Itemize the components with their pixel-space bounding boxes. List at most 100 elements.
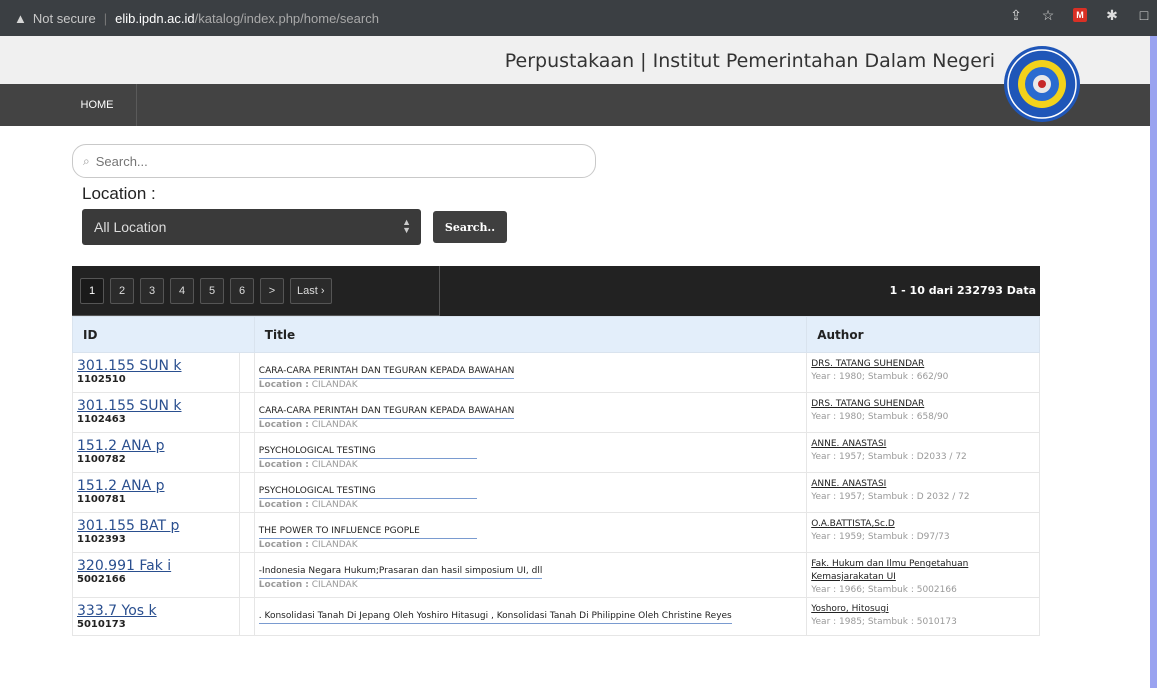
call-number-link[interactable]: 320.991 Fak i	[77, 558, 235, 574]
id-cell: 151.2 ANA p 1100782	[72, 432, 240, 473]
location-text: Location : CILANDAK	[259, 379, 802, 392]
title-text[interactable]: CARA-CARA PERINTAH DAN TEGURAN KEPADA BA…	[258, 365, 515, 379]
warning-icon[interactable]: ▲	[14, 11, 27, 26]
star-icon[interactable]: ☆	[1041, 8, 1055, 22]
scrollbar[interactable]	[1150, 36, 1157, 688]
extension-m-icon[interactable]: M	[1073, 8, 1087, 22]
author-cell: Yoshoro, Hitosugi Year : 1985; Stambuk :…	[806, 597, 1040, 636]
puzzle-icon[interactable]: ✱	[1105, 8, 1119, 22]
search-icon: ⌕	[83, 153, 90, 168]
results-table: ID Title Author 301.155 SUN k 1102510 CA…	[72, 316, 1040, 636]
item-number: 1100782	[77, 454, 126, 465]
year-stambuk: Year : 1966; Stambuk : 5002166	[811, 585, 957, 595]
location-text: Location : CILANDAK	[259, 499, 802, 512]
page-button[interactable]: 3	[140, 277, 164, 304]
title-text[interactable]: . Konsolidasi Tanah Di Jepang Oleh Yoshi…	[258, 610, 732, 624]
item-number: 1102463	[77, 414, 126, 425]
title-text[interactable]: PSYCHOLOGICAL TESTING	[258, 445, 477, 459]
author-cell: Fak. Hukum dan Ilmu Pengetahuan Kemasjar…	[806, 552, 1040, 598]
location-label-inline: Location :	[258, 380, 309, 390]
call-number-link[interactable]: 301.155 SUN k	[77, 398, 235, 414]
location-label: Location :	[82, 184, 156, 203]
column-header-title: Title	[253, 316, 808, 353]
window-icon[interactable]: □	[1137, 8, 1151, 22]
id-cell: 151.2 ANA p 1100781	[72, 472, 240, 513]
browser-toolbar: ▲ Not secure | elib.ipdn.ac.id /katalog/…	[0, 0, 1157, 36]
item-number: 1100781	[77, 494, 126, 505]
title-cell: PSYCHOLOGICAL TESTING Location : CILANDA…	[253, 432, 808, 473]
location-label-inline: Location :	[258, 420, 309, 430]
location-text: Location : CILANDAK	[259, 459, 802, 472]
id-cell: 301.155 BAT p 1102393	[72, 512, 240, 553]
call-number-link[interactable]: 301.155 SUN k	[77, 358, 235, 374]
author-cell: DRS. TATANG SUHENDAR Year : 1980; Stambu…	[806, 352, 1040, 393]
id-cell: 320.991 Fak i 5002166	[72, 552, 240, 598]
location-value: CILANDAK	[311, 500, 358, 510]
author-link[interactable]: ANNE. ANASTASI	[811, 478, 1035, 491]
location-value: CILANDAK	[311, 460, 358, 470]
table-row: 333.7 Yos k 5010173 . Konsolidasi Tanah …	[72, 597, 1040, 636]
call-number-link[interactable]: 333.7 Yos k	[77, 603, 235, 619]
browser-actions: ⇪ ☆ M ✱ □	[1009, 8, 1151, 22]
id-cell: 333.7 Yos k 5010173	[72, 597, 240, 636]
author-link[interactable]: ANNE. ANASTASI	[811, 438, 1035, 451]
page-button[interactable]: 5	[200, 277, 224, 304]
author-link[interactable]: O.A.BATTISTA,Sc.D	[811, 518, 1035, 531]
page-button[interactable]: Last ›	[290, 277, 332, 304]
column-header-author: Author	[806, 316, 1040, 353]
spacer-cell	[238, 352, 255, 393]
search-button[interactable]: Search..	[433, 211, 507, 243]
nav-home-link[interactable]: HOME	[58, 84, 137, 126]
location-text: Location : CILANDAK	[259, 539, 802, 552]
share-icon[interactable]: ⇪	[1009, 8, 1023, 22]
year-stambuk: Year : 1957; Stambuk : D2033 / 72	[811, 452, 967, 462]
search-field[interactable]: ⌕	[72, 144, 596, 178]
spacer-cell	[238, 392, 255, 433]
author-link[interactable]: DRS. TATANG SUHENDAR	[811, 398, 1035, 411]
year-stambuk: Year : 1980; Stambuk : 658/90	[811, 412, 949, 422]
select-arrows-icon: ▲ ▼	[402, 217, 411, 235]
location-select[interactable]: All Location ▲ ▼	[82, 209, 421, 245]
search-input[interactable]	[93, 152, 578, 170]
url-host[interactable]: elib.ipdn.ac.id	[115, 11, 195, 26]
title-text[interactable]: CARA-CARA PERINTAH DAN TEGURAN KEPADA BA…	[258, 405, 515, 419]
spacer-cell	[238, 512, 255, 553]
table-row: 320.991 Fak i 5002166 -Indonesia Negara …	[72, 552, 1040, 598]
title-cell: PSYCHOLOGICAL TESTING Location : CILANDA…	[253, 472, 808, 513]
item-number: 5002166	[77, 574, 126, 585]
navbar: HOME	[0, 84, 1150, 126]
location-label-inline: Location :	[258, 540, 309, 550]
institution-logo	[1004, 46, 1080, 122]
call-number-link[interactable]: 151.2 ANA p	[77, 438, 235, 454]
year-stambuk: Year : 1959; Stambuk : D97/73	[811, 532, 950, 542]
year-stambuk: Year : 1980; Stambuk : 662/90	[811, 372, 949, 382]
author-link[interactable]: DRS. TATANG SUHENDAR	[811, 358, 1035, 371]
site-header: Perpustakaan | Institut Pemerintahan Dal…	[0, 36, 1150, 84]
location-selected-value: All Location	[94, 219, 167, 235]
title-text[interactable]: -Indonesia Negara Hukum;Prasaran dan has…	[258, 565, 543, 579]
author-link[interactable]: Fak. Hukum dan Ilmu Pengetahuan Kemasjar…	[811, 558, 1035, 584]
year-stambuk: Year : 1957; Stambuk : D 2032 / 72	[811, 492, 970, 502]
year-stambuk: Year : 1985; Stambuk : 5010173	[811, 617, 957, 627]
author-cell: O.A.BATTISTA,Sc.D Year : 1959; Stambuk :…	[806, 512, 1040, 553]
title-text[interactable]: THE POWER TO INFLUENCE PGOPLE	[258, 525, 477, 539]
spacer-cell	[238, 432, 255, 473]
location-value: CILANDAK	[311, 580, 358, 590]
results-toolbar: 1 2 3 4 5 6 > Last › 1 - 10 dari 232793 Data	[72, 266, 1040, 316]
title-cell: THE POWER TO INFLUENCE PGOPLE Location :…	[253, 512, 808, 553]
title-cell: CARA-CARA PERINTAH DAN TEGURAN KEPADA BA…	[253, 352, 808, 393]
page-button[interactable]: 4	[170, 277, 194, 304]
author-link[interactable]: Yoshoro, Hitosugi	[811, 603, 1035, 616]
call-number-link[interactable]: 301.155 BAT p	[77, 518, 235, 534]
page-button[interactable]: >	[260, 277, 284, 304]
call-number-link[interactable]: 151.2 ANA p	[77, 478, 235, 494]
url-path[interactable]: /katalog/index.php/home/search	[195, 11, 379, 26]
not-secure-label[interactable]: Not secure	[33, 11, 96, 26]
author-cell: ANNE. ANASTASI Year : 1957; Stambuk : D …	[806, 472, 1040, 513]
title-cell: CARA-CARA PERINTAH DAN TEGURAN KEPADA BA…	[253, 392, 808, 433]
page-button[interactable]: 6	[230, 277, 254, 304]
title-text[interactable]: PSYCHOLOGICAL TESTING	[258, 485, 477, 499]
page-button[interactable]: 1	[80, 277, 104, 304]
page-button[interactable]: 2	[110, 277, 134, 304]
title-cell: . Konsolidasi Tanah Di Jepang Oleh Yoshi…	[253, 597, 808, 636]
